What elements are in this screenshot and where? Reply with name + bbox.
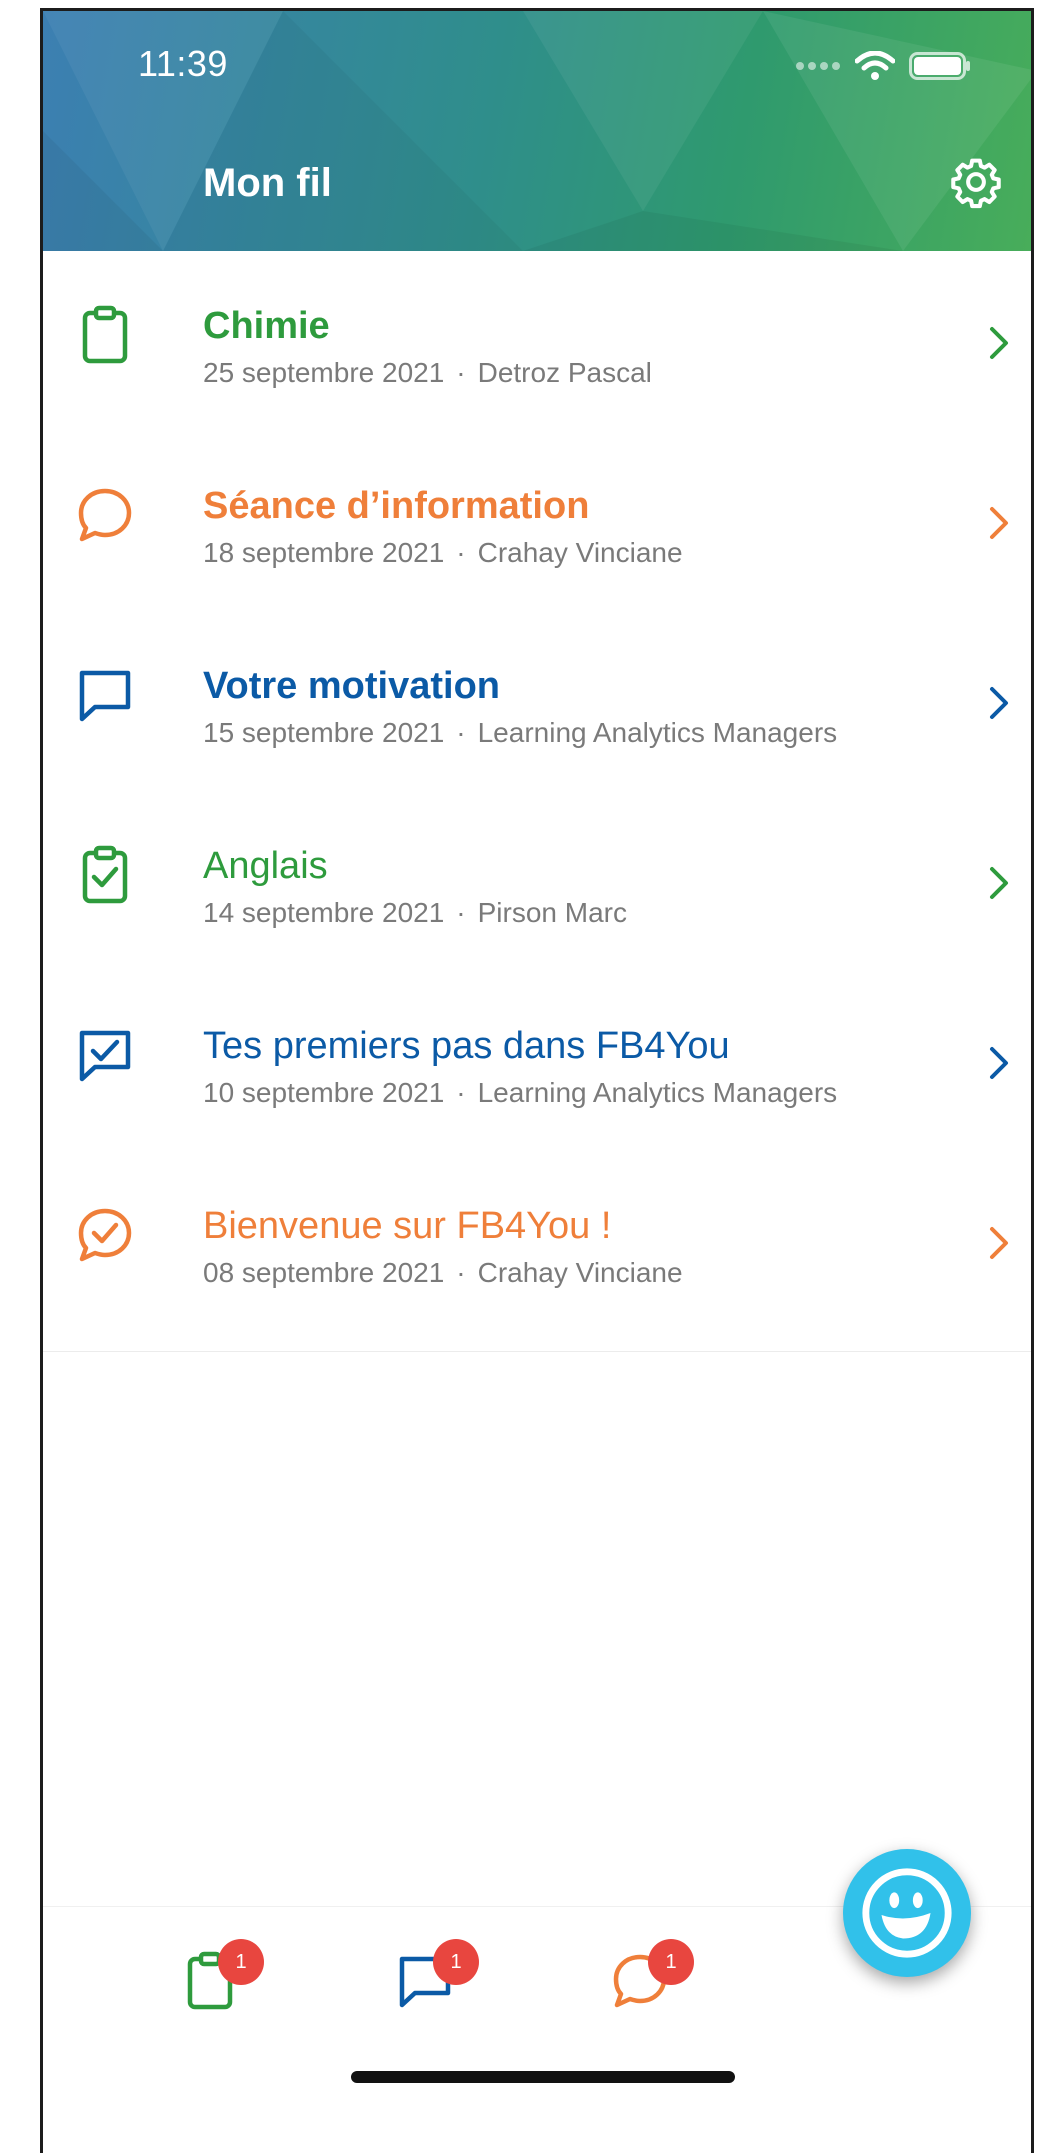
feed-item-date: 14 septembre 2021: [203, 897, 445, 928]
feed-item-bienvenue[interactable]: Bienvenue sur FB4You ! 08 septembre 2021…: [43, 1151, 1031, 1331]
battery-icon: [909, 52, 970, 80]
status-icons: [795, 51, 971, 81]
feed-list: Chimie 25 septembre 2021 · Detroz Pascal S…: [43, 251, 1031, 1331]
tab-assignments[interactable]: 1: [178, 1939, 264, 2029]
feed-item-date: 25 septembre 2021: [203, 357, 445, 388]
chevron-right-icon: [990, 507, 1008, 539]
phone-screen: 11:39 Mon fil Chimie 25 septembre 2021 ·…: [40, 8, 1034, 2153]
feed-item-author: Learning Analytics Managers: [477, 717, 838, 748]
home-indicator[interactable]: [351, 2071, 735, 2083]
feed-item-meta: 08 septembre 2021 · Crahay Vinciane: [203, 1257, 683, 1289]
clipboard-check-icon: [82, 845, 128, 904]
speech-bubble-check-icon: [78, 1208, 132, 1262]
feed-item-title: Bienvenue sur FB4You !: [203, 1205, 612, 1247]
feed-item-author: Detroz Pascal: [477, 357, 652, 388]
feed-item-anglais[interactable]: Anglais 14 septembre 2021 · Pirson Marc: [43, 791, 1031, 971]
clipboard-icon: [82, 305, 128, 364]
feed-item-meta: 25 septembre 2021 · Detroz Pascal: [203, 357, 652, 389]
feed-item-meta: 14 septembre 2021 · Pirson Marc: [203, 897, 627, 929]
feed-item-date: 10 septembre 2021: [203, 1077, 445, 1108]
feed-item-title: Tes premiers pas dans FB4You: [203, 1025, 730, 1067]
chevron-right-icon: [990, 687, 1008, 719]
page-title: Mon fil: [203, 161, 332, 205]
feed-item-seance-information[interactable]: Séance d’information 18 septembre 2021 · C…: [43, 431, 1031, 611]
chat-square-check-icon: [79, 1030, 131, 1082]
feed-item-title: Chimie: [203, 305, 330, 347]
feed-end-divider: [43, 1351, 1031, 1352]
feed-item-meta: 15 septembre 2021 · Learning Analytics Man…: [203, 717, 837, 749]
tab-messages[interactable]: 1: [393, 1939, 479, 2029]
feed-item-votre-motivation[interactable]: Votre motivation 15 septembre 2021 · Learn…: [43, 611, 1031, 791]
feed-item-premiers-pas[interactable]: Tes premiers pas dans FB4You 10 septembr…: [43, 971, 1031, 1151]
wifi-icon: [855, 51, 895, 80]
feed-item-title: Votre motivation: [203, 665, 500, 707]
feed-item-title: Séance d’information: [203, 485, 590, 527]
notification-badge: 1: [218, 1939, 264, 1985]
chat-square-icon: [79, 670, 131, 722]
chevron-right-icon: [990, 1047, 1008, 1079]
feed-item-author: Pirson Marc: [477, 897, 627, 928]
status-time: 11:39: [138, 43, 228, 84]
feed-item-title: Anglais: [203, 845, 328, 887]
app-header: 11:39 Mon fil: [43, 11, 1031, 251]
gear-icon: [951, 158, 1001, 209]
feedback-fab-button[interactable]: [843, 1849, 971, 1977]
chevron-right-icon: [990, 1227, 1008, 1259]
notification-badge: 1: [433, 1939, 479, 1985]
feed-item-author: Crahay Vinciane: [477, 1257, 683, 1288]
meta-separator: ·: [456, 357, 466, 388]
chevron-right-icon: [990, 327, 1008, 359]
feed-item-date: 08 septembre 2021: [203, 1257, 445, 1288]
feed-item-date: 15 septembre 2021: [203, 717, 445, 748]
signal-dots-icon: [796, 62, 840, 70]
meta-separator: ·: [456, 897, 466, 928]
feed-item-author: Learning Analytics Managers: [477, 1077, 838, 1108]
smiley-icon: [862, 1868, 952, 1958]
speech-bubble-icon: [78, 488, 132, 542]
feed-item-author: Crahay Vinciane: [477, 537, 683, 568]
chevron-right-icon: [990, 867, 1008, 899]
feed-item-chimie[interactable]: Chimie 25 septembre 2021 · Detroz Pascal: [43, 251, 1031, 431]
meta-separator: ·: [456, 537, 466, 568]
feed-item-date: 18 septembre 2021: [203, 537, 445, 568]
tab-conversations[interactable]: 1: [608, 1939, 694, 2029]
feed-item-meta: 18 septembre 2021 · Crahay Vinciane: [203, 537, 683, 569]
settings-button[interactable]: [945, 151, 1007, 213]
meta-separator: ·: [456, 717, 466, 748]
notification-badge: 1: [648, 1939, 694, 1985]
feed-item-meta: 10 septembre 2021 · Learning Analytics Man…: [203, 1077, 837, 1109]
meta-separator: ·: [456, 1257, 466, 1288]
meta-separator: ·: [456, 1077, 466, 1108]
